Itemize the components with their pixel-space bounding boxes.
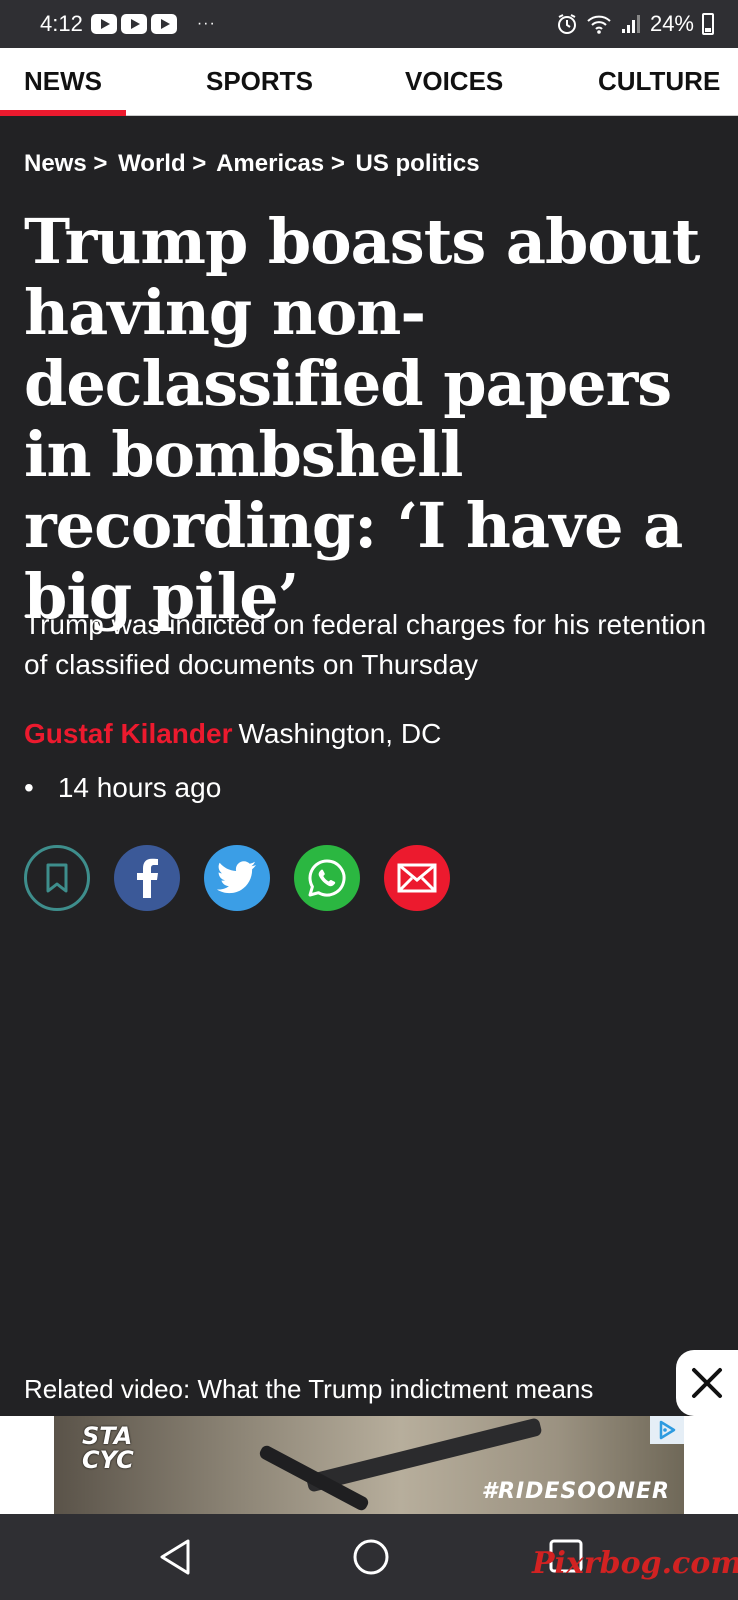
tab-sports[interactable]: SPORTS: [206, 48, 313, 116]
share-whatsapp-button[interactable]: [294, 845, 360, 911]
article-headline: Trump boasts about having non-declassifi…: [24, 205, 700, 633]
byline: Gustaf Kilander Washington, DC: [24, 718, 441, 750]
bullet: •: [24, 772, 34, 803]
breadcrumb: News > World > Americas > US politics: [24, 150, 480, 178]
breadcrumb-news[interactable]: News: [24, 150, 87, 177]
wifi-icon: [587, 15, 611, 34]
share-twitter-button[interactable]: [204, 845, 270, 911]
twitter-icon: [217, 861, 256, 894]
author-link[interactable]: Gustaf Kilander: [24, 718, 232, 749]
close-icon: [692, 1368, 722, 1398]
advertisement-banner[interactable]: STA CYC #RIDESOONER: [54, 1416, 684, 1514]
share-bar: [24, 845, 450, 911]
share-email-button[interactable]: [384, 845, 450, 911]
watermark-text: Pixrbog.com: [532, 1546, 738, 1581]
youtube-notification-icon: [90, 14, 117, 34]
email-icon: [397, 863, 437, 893]
alarm-icon: [557, 14, 576, 34]
more-notifications-icon: ···: [196, 15, 216, 32]
ad-slogan: #RIDESOONER: [481, 1479, 670, 1504]
share-facebook-button[interactable]: [114, 845, 180, 911]
related-video-caption[interactable]: Related video: What the Trump indictment…: [24, 1374, 593, 1405]
battery-icon: [702, 13, 714, 35]
bookmark-button[interactable]: [24, 845, 90, 911]
tab-news[interactable]: NEWS: [0, 48, 126, 116]
whatsapp-icon: [308, 859, 346, 897]
breadcrumb-us-politics[interactable]: US politics: [356, 150, 480, 177]
ad-brand-logo: STA CYC: [82, 1422, 134, 1474]
back-icon: [160, 1539, 190, 1575]
section-nav: NEWS SPORTS VOICES CULTURE: [0, 48, 738, 116]
breadcrumb-americas[interactable]: Americas: [216, 150, 324, 177]
signal-icon: [621, 15, 640, 33]
published-time: 14 hours ago: [57, 772, 222, 803]
home-icon: [353, 1539, 389, 1575]
dateline-location: Washington, DC: [238, 718, 442, 749]
status-bar: 4:12 ··· 24%: [0, 0, 738, 48]
tab-culture[interactable]: CULTURE: [598, 48, 720, 116]
tab-voices[interactable]: VOICES: [405, 48, 503, 116]
breadcrumb-separator: >: [93, 150, 108, 177]
clock: 4:12: [40, 11, 83, 36]
close-video-button[interactable]: [676, 1350, 738, 1416]
facebook-icon: [137, 858, 158, 898]
back-button[interactable]: [158, 1538, 192, 1581]
publish-time: • 14 hours ago: [24, 772, 221, 804]
home-button[interactable]: [352, 1538, 390, 1581]
bookmark-icon: [46, 863, 68, 893]
battery-percent: 24%: [649, 11, 694, 36]
breadcrumb-separator: >: [192, 150, 207, 177]
breadcrumb-world[interactable]: World: [118, 150, 186, 177]
adchoices-icon: [659, 1420, 676, 1440]
youtube-notification-icon: [120, 14, 147, 34]
adchoices-button[interactable]: [650, 1416, 684, 1444]
article-standfirst: Trump was indicted on federal charges fo…: [24, 609, 707, 680]
breadcrumb-separator: >: [330, 150, 345, 177]
youtube-notification-icon: [150, 14, 177, 34]
